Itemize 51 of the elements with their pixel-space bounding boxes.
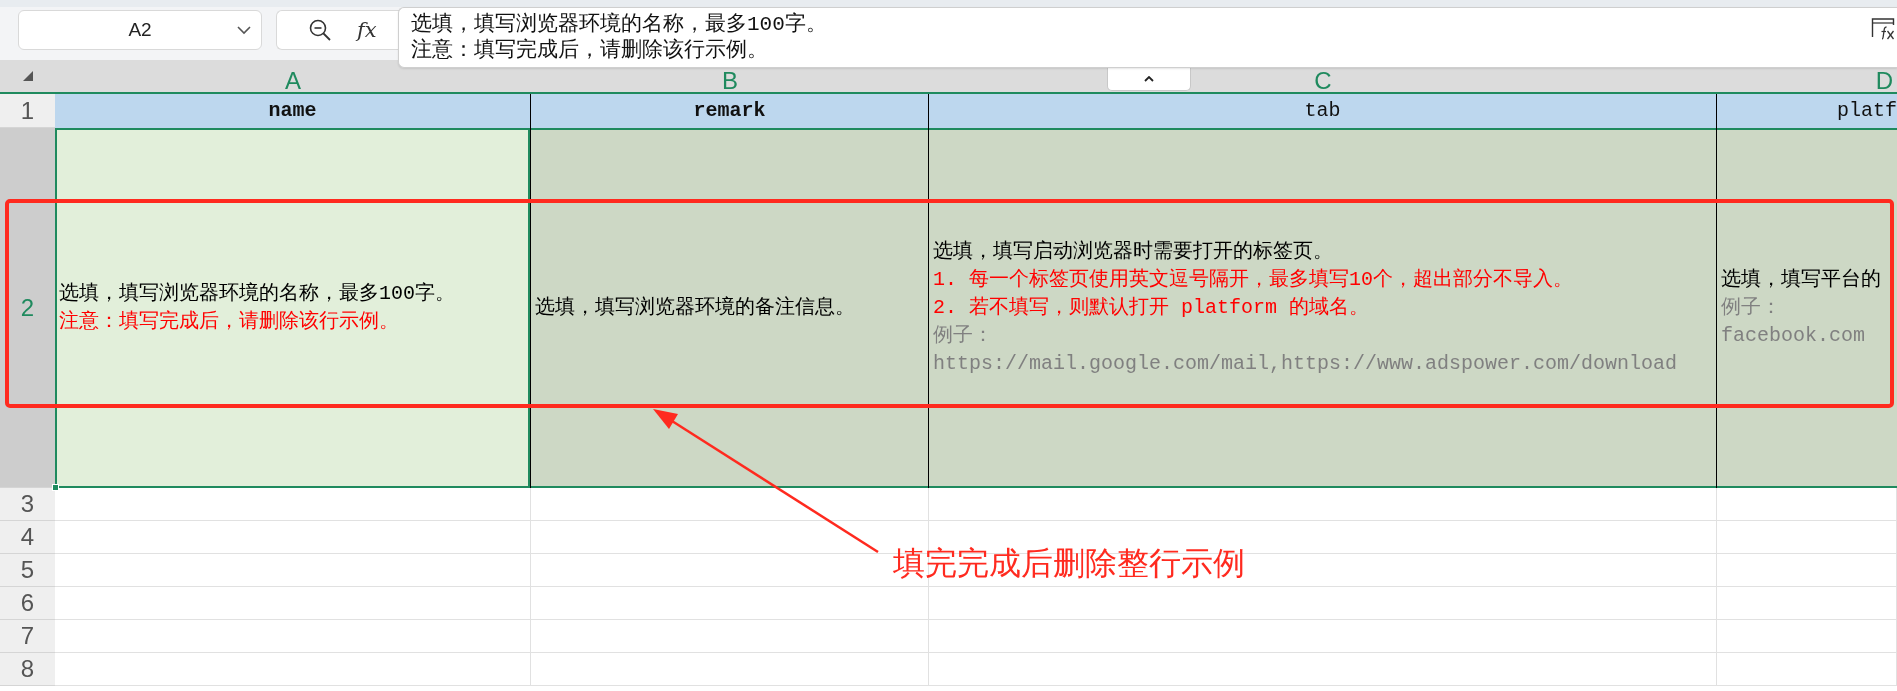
instruction-text: 选填，填写浏览器环境的备注信息。 [535,295,855,321]
empty-cell[interactable] [1717,653,1897,686]
row-header[interactable]: 3 [0,488,55,521]
empty-cell[interactable] [929,653,1717,686]
table-cell[interactable]: 选填，填写浏览器环境的名称，最多100字。 注意：填写完成后，请删除该行示例。 [55,128,531,488]
empty-cell[interactable] [531,653,929,686]
header-cell[interactable]: tab [929,94,1717,128]
row-header[interactable]: 1 [0,94,55,128]
empty-cell[interactable] [531,488,929,521]
example-text: 例子： [1721,295,1781,321]
fill-handle[interactable] [52,484,59,491]
empty-cell[interactable] [1717,521,1897,554]
table-cell[interactable]: 选填，填写平台的 例子： facebook.com [1717,128,1897,488]
triangle-icon[interactable] [22,71,33,81]
row-header[interactable]: 8 [0,653,55,686]
warning-text: 2. 若不填写，则默认打开 platform 的域名。 [933,295,1370,321]
empty-cell[interactable] [1717,554,1897,587]
function-window-icon[interactable] [1871,17,1895,41]
row-header[interactable]: 4 [0,521,55,554]
table-cell[interactable]: 选填，填写浏览器环境的备注信息。 [531,128,929,488]
header-cell[interactable]: platf [1717,94,1897,128]
warning-text: 注意：填写完成后，请删除该行示例。 [59,309,399,335]
row-header[interactable]: 6 [0,587,55,620]
example-text: facebook.com [1721,323,1866,349]
example-text: https://mail.google.com/mail,https://www.adspower.com/download [933,351,1678,377]
empty-cell[interactable] [1717,620,1897,653]
zoom-out-icon[interactable] [309,19,331,41]
example-text: 例子： [933,323,993,349]
empty-cell[interactable] [929,620,1717,653]
empty-cell[interactable] [929,587,1717,620]
empty-cell[interactable] [929,488,1717,521]
empty-cell[interactable] [531,587,929,620]
name-box[interactable]: A2 [18,10,262,50]
table-cell[interactable]: 选填，填写启动浏览器时需要打开的标签页。 1. 每一个标签页使用英文逗号隔开，最多填写10个，超出部分不导入。 2. 若不填写，则默认打开 platform 的域名。 例子： https://mail.google.com/mail,https://www.adspower.com/download [929,128,1717,488]
row-header[interactable]: 7 [0,620,55,653]
chevron-down-icon[interactable] [237,26,251,35]
warning-text: 1. 每一个标签页使用英文逗号隔开，最多填写10个，超出部分不导入。 [933,267,1573,293]
empty-cell[interactable] [1717,488,1897,521]
formula-field[interactable]: 选填，填写浏览器环境的名称，最多100字。 注意：填写完成后，请删除该行示例。 [398,7,1897,68]
empty-cell[interactable] [531,620,929,653]
header-cell[interactable]: remark [531,94,929,128]
caret-up-icon [1144,76,1154,82]
annotation-label: 填完完成后删除整行示例 [893,544,1245,582]
instruction-text: 选填，填写平台的 [1721,267,1881,293]
row-header[interactable]: 5 [0,554,55,587]
function-button[interactable]: fx [355,17,379,43]
empty-cell[interactable] [1717,587,1897,620]
header-cell[interactable]: name [55,94,531,128]
instruction-text: 选填，填写浏览器环境的名称，最多100字。 [59,281,455,307]
instruction-text: 选填，填写启动浏览器时需要打开的标签页。 [933,239,1333,265]
collapse-button[interactable] [1107,68,1191,91]
